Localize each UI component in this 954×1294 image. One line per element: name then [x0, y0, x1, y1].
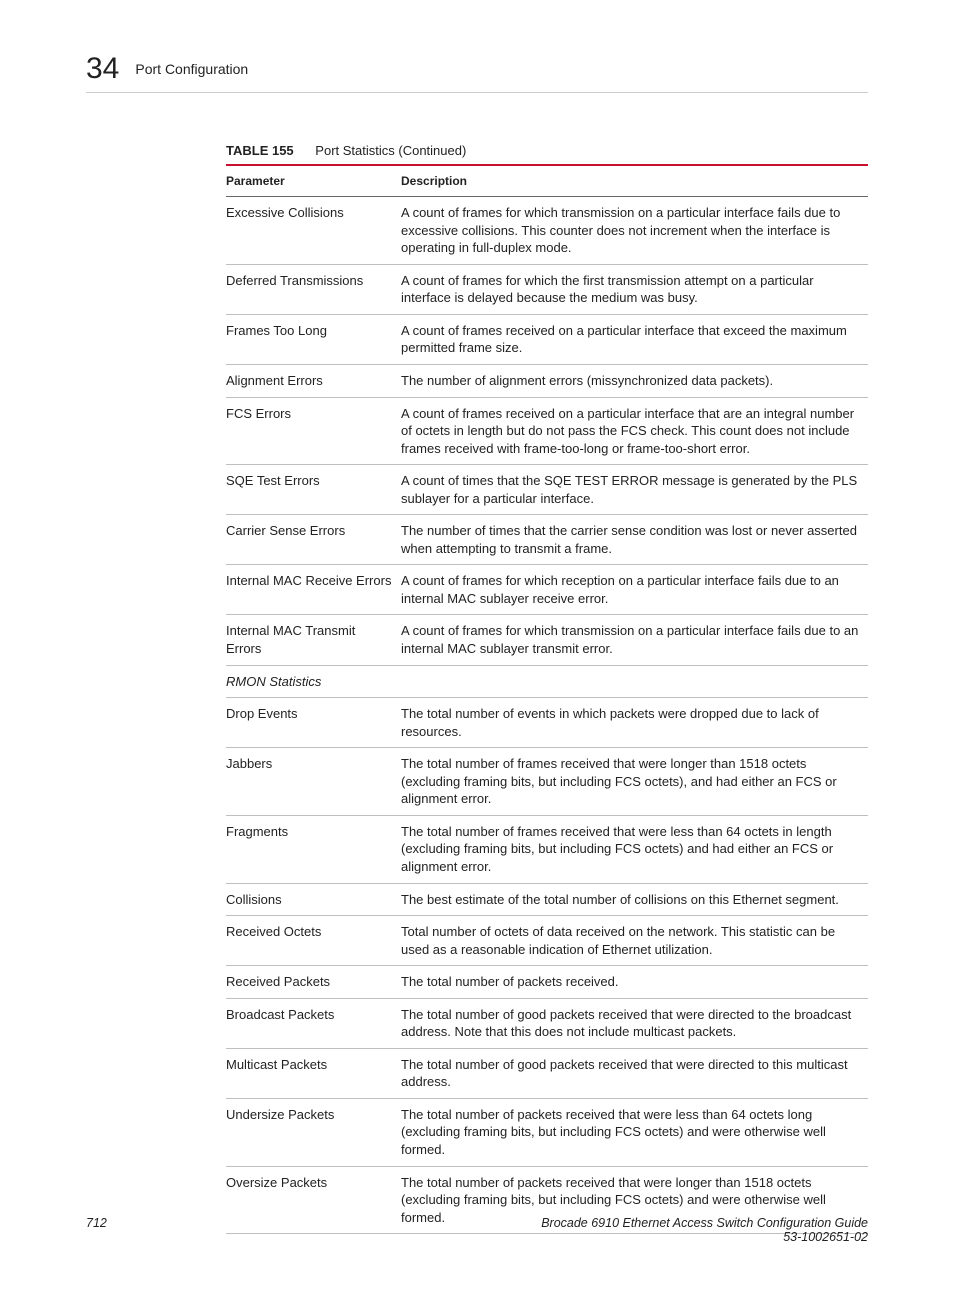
footer-doc-number: 53-1002651-02: [541, 1230, 868, 1244]
cell-description: A count of frames for which transmission…: [401, 615, 868, 665]
cell-description: A count of frames received on a particul…: [401, 397, 868, 465]
table-row: FragmentsThe total number of frames rece…: [226, 815, 868, 883]
cell-parameter: Jabbers: [226, 748, 401, 816]
table-caption: TABLE 155 Port Statistics (Continued): [226, 143, 868, 158]
cell-parameter: Received Octets: [226, 916, 401, 966]
cell-description: A count of frames received on a particul…: [401, 314, 868, 364]
footer-doc-info: Brocade 6910 Ethernet Access Switch Conf…: [541, 1216, 868, 1244]
cell-parameter: Collisions: [226, 883, 401, 916]
table-row: FCS ErrorsA count of frames received on …: [226, 397, 868, 465]
table-label: TABLE 155: [226, 143, 294, 158]
table-row: Carrier Sense ErrorsThe number of times …: [226, 515, 868, 565]
table-block: TABLE 155 Port Statistics (Continued) Pa…: [226, 143, 868, 1234]
cell-parameter: Fragments: [226, 815, 401, 883]
table-row: Drop EventsThe total number of events in…: [226, 698, 868, 748]
chapter-number: 34: [86, 52, 119, 86]
cell-description: A count of times that the SQE TEST ERROR…: [401, 465, 868, 515]
table-row: CollisionsThe best estimate of the total…: [226, 883, 868, 916]
cell-parameter: Internal MAC Receive Errors: [226, 565, 401, 615]
statistics-table: Parameter Description Excessive Collisio…: [226, 164, 868, 1234]
table-row: SQE Test ErrorsA count of times that the…: [226, 465, 868, 515]
cell-description: The total number of events in which pack…: [401, 698, 868, 748]
cell-parameter: Received Packets: [226, 966, 401, 999]
running-header: 34 Port Configuration: [86, 52, 868, 93]
cell-description: A count of frames for which reception on…: [401, 565, 868, 615]
table-row: Undersize PacketsThe total number of pac…: [226, 1098, 868, 1166]
cell-parameter: Internal MAC Transmit Errors: [226, 615, 401, 665]
cell-description: The total number of packets received tha…: [401, 1098, 868, 1166]
cell-description: The number of alignment errors (missynch…: [401, 365, 868, 398]
col-head-description: Description: [401, 165, 868, 197]
cell-parameter: Broadcast Packets: [226, 998, 401, 1048]
cell-description: The total number of good packets receive…: [401, 1048, 868, 1098]
table-title: Port Statistics (Continued): [315, 143, 466, 158]
cell-description: The total number of frames received that…: [401, 748, 868, 816]
cell-parameter: Excessive Collisions: [226, 197, 401, 265]
cell-parameter: FCS Errors: [226, 397, 401, 465]
table-row: Received OctetsTotal number of octets of…: [226, 916, 868, 966]
table-row: Internal MAC Receive ErrorsA count of fr…: [226, 565, 868, 615]
cell-description: Total number of octets of data received …: [401, 916, 868, 966]
footer-doc-title: Brocade 6910 Ethernet Access Switch Conf…: [541, 1216, 868, 1230]
table-row: JabbersThe total number of frames receiv…: [226, 748, 868, 816]
cell-parameter: Undersize Packets: [226, 1098, 401, 1166]
table-row: Received PacketsThe total number of pack…: [226, 966, 868, 999]
table-row: Excessive CollisionsA count of frames fo…: [226, 197, 868, 265]
cell-description: The best estimate of the total number of…: [401, 883, 868, 916]
cell-parameter: Multicast Packets: [226, 1048, 401, 1098]
cell-description: A count of frames for which transmission…: [401, 197, 868, 265]
cell-description: The number of times that the carrier sen…: [401, 515, 868, 565]
page: 34 Port Configuration TABLE 155 Port Sta…: [0, 0, 954, 1294]
table-row: Multicast PacketsThe total number of goo…: [226, 1048, 868, 1098]
cell-parameter: Drop Events: [226, 698, 401, 748]
table-row: Frames Too LongA count of frames receive…: [226, 314, 868, 364]
cell-description: The total number of packets received.: [401, 966, 868, 999]
table-row: Internal MAC Transmit ErrorsA count of f…: [226, 615, 868, 665]
cell-parameter: Deferred Transmissions: [226, 264, 401, 314]
page-number: 712: [86, 1216, 107, 1244]
cell-parameter: Frames Too Long: [226, 314, 401, 364]
table-row: Broadcast PacketsThe total number of goo…: [226, 998, 868, 1048]
table-row: Deferred TransmissionsA count of frames …: [226, 264, 868, 314]
cell-description: [401, 665, 868, 698]
cell-parameter: SQE Test Errors: [226, 465, 401, 515]
cell-parameter: RMON Statistics: [226, 665, 401, 698]
page-footer: 712 Brocade 6910 Ethernet Access Switch …: [86, 1216, 868, 1244]
table-header-row: Parameter Description: [226, 165, 868, 197]
chapter-title: Port Configuration: [135, 61, 248, 77]
table-row: RMON Statistics: [226, 665, 868, 698]
cell-parameter: Alignment Errors: [226, 365, 401, 398]
cell-description: The total number of good packets receive…: [401, 998, 868, 1048]
table-row: Alignment ErrorsThe number of alignment …: [226, 365, 868, 398]
cell-parameter: Carrier Sense Errors: [226, 515, 401, 565]
col-head-parameter: Parameter: [226, 165, 401, 197]
cell-description: A count of frames for which the first tr…: [401, 264, 868, 314]
cell-description: The total number of frames received that…: [401, 815, 868, 883]
